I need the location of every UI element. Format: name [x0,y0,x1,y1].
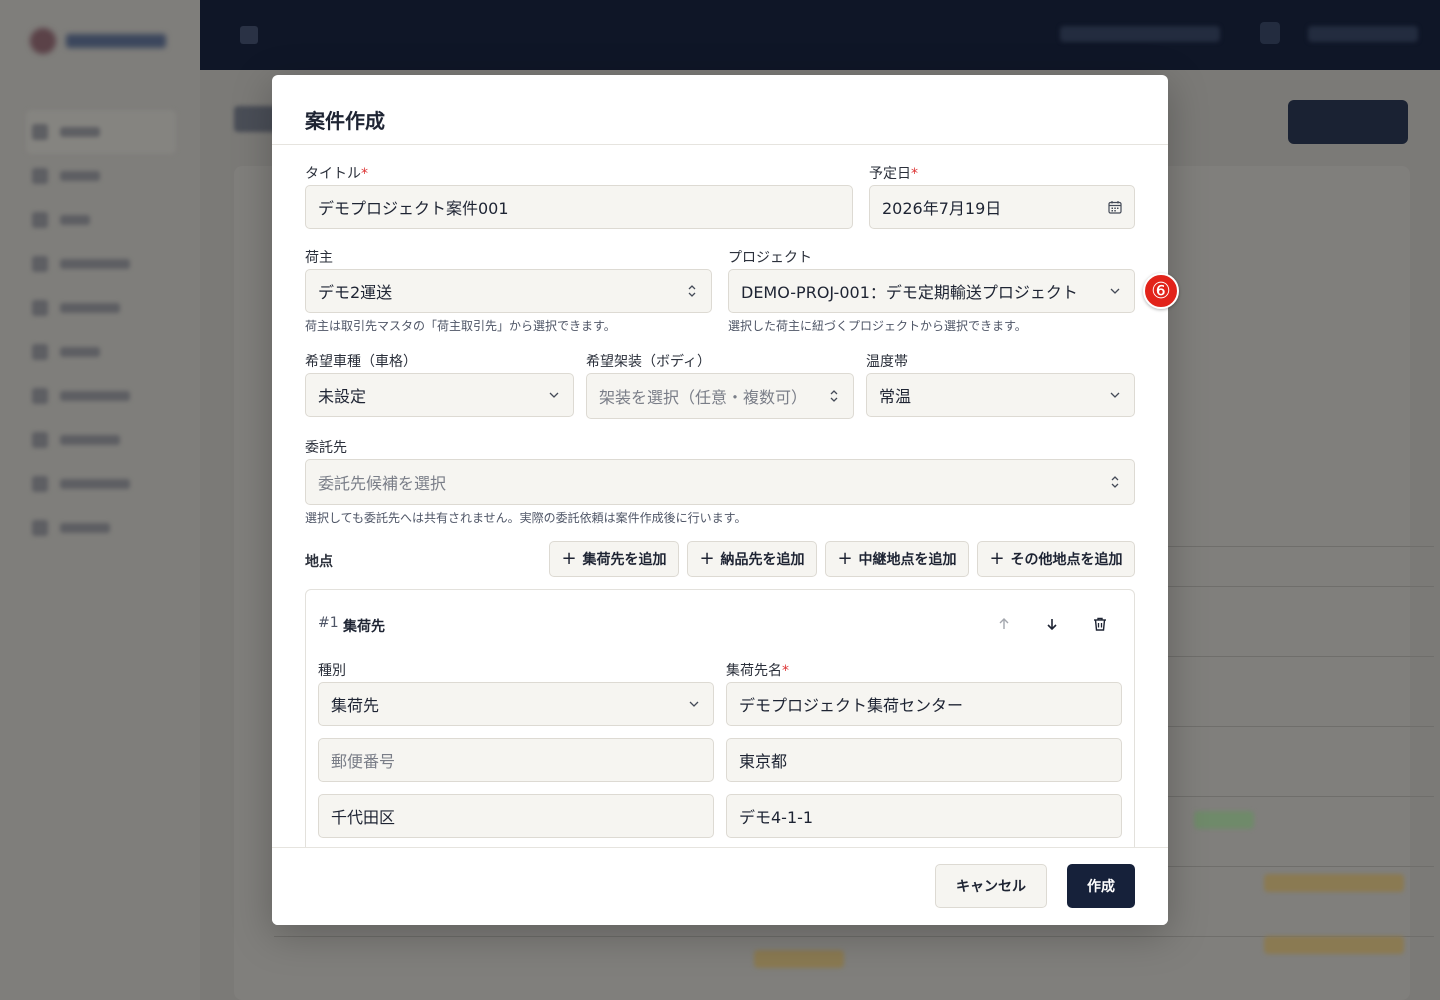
background-nav [26,110,176,550]
plus-icon: + [837,548,853,569]
add-delivery-button[interactable]: + 納品先を追加 [687,541,817,577]
vehicle-select[interactable]: 未設定 [305,373,574,417]
add-other-location-button[interactable]: + その他地点を追加 [977,541,1135,577]
chevron-up-down-icon [827,389,841,403]
location-title: 集荷先 [343,619,385,635]
locations-label: 地点 [305,554,333,570]
location-type-select[interactable]: 集荷先 [318,682,714,726]
title-input[interactable]: デモプロジェクト案件001 [305,185,853,229]
shipper-label: 荷主 [305,250,333,266]
contractor-label: 委託先 [305,440,347,456]
project-help: 選択した荷主に紐づくプロジェクトから選択できます。 [728,319,1027,333]
background-topbar [200,0,1440,70]
plus-icon: + [989,548,1005,569]
calendar-icon[interactable] [1108,200,1122,214]
location-index: #1 [318,615,339,631]
postal-code-input[interactable]: 郵便番号 [318,738,714,782]
body-multiselect[interactable]: 架装を選択（任意・複数可） [586,373,854,419]
cancel-button[interactable]: キャンセル [935,864,1047,908]
annotation-badge: ⑥ [1143,273,1179,309]
create-case-dialog: 案件作成 タイトル* デモプロジェクト案件001 予定日* 2026年7月19日… [272,75,1168,925]
location-name-label: 集荷先名* [726,663,789,679]
location-card: #1 集荷先 種別 集荷先 集荷先名* デモプロジェクト集荷センター 郵便番号 … [305,589,1135,847]
shipper-help: 荷主は取引先マスタの「荷主取引先」から選択できます。 [305,319,616,333]
chevron-down-icon [1108,388,1122,402]
dialog-footer: キャンセル 作成 [272,847,1168,925]
background-sidebar [0,0,200,1000]
dialog-header: 案件作成 [272,75,1168,145]
city-input[interactable]: 千代田区 [318,794,714,838]
contractor-help: 選択しても委託先へは共有されません。実際の委託依頼は案件作成後に行います。 [305,511,747,525]
contractor-select[interactable]: 委託先候補を選択 [305,459,1135,505]
move-up-icon[interactable] [990,610,1018,638]
add-pickup-button[interactable]: + 集荷先を追加 [549,541,679,577]
dialog-body[interactable]: タイトル* デモプロジェクト案件001 予定日* 2026年7月19日 荷主 デ… [272,145,1168,847]
chevron-down-icon [547,388,561,402]
project-select[interactable]: DEMO-PROJ-001：デモ定期輸送プロジェクト [728,269,1135,313]
create-button[interactable]: 作成 [1067,864,1135,908]
body-label: 希望架装（ボディ） [586,354,712,370]
date-input[interactable]: 2026年7月19日 [869,185,1135,229]
prefecture-input[interactable]: 東京都 [726,738,1122,782]
move-down-icon[interactable] [1038,610,1066,638]
chevron-down-icon [1108,284,1122,298]
chevron-up-down-icon [1108,475,1122,489]
location-name-input[interactable]: デモプロジェクト集荷センター [726,682,1122,726]
location-type-label: 種別 [318,663,346,679]
background-logo [30,24,170,58]
address-input[interactable]: デモ4-1-1 [726,794,1122,838]
vehicle-label: 希望車種（車格） [305,354,417,370]
plus-icon: + [561,548,577,569]
chevron-up-down-icon [685,284,699,298]
date-label: 予定日* [869,166,918,182]
temperature-select[interactable]: 常温 [866,373,1135,417]
temperature-label: 温度帯 [866,354,908,370]
title-label: タイトル* [305,166,368,182]
trash-icon[interactable] [1086,610,1114,638]
add-relay-button[interactable]: + 中継地点を追加 [825,541,969,577]
project-label: プロジェクト [728,250,812,266]
chevron-down-icon [687,697,701,711]
dialog-title: 案件作成 [305,109,385,133]
shipper-select[interactable]: デモ2運送 [305,269,712,313]
plus-icon: + [699,548,715,569]
